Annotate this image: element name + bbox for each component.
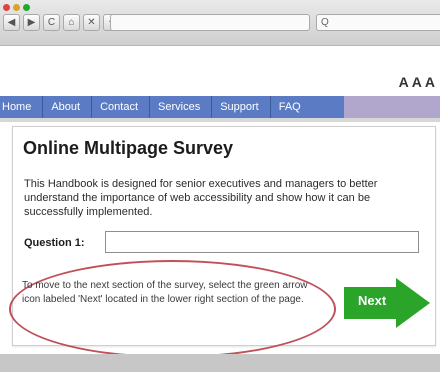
nav-item-home[interactable]: Home	[0, 96, 44, 118]
text-size-large-button[interactable]: A	[425, 74, 437, 90]
address-bar[interactable]	[110, 14, 310, 31]
nav-item-support[interactable]: Support	[212, 96, 271, 118]
text-size-controls: AAA	[398, 74, 437, 90]
nav-item-faq[interactable]: FAQ	[271, 96, 312, 118]
close-icon[interactable]: ✕	[83, 14, 100, 31]
page-title: Online Multipage Survey	[23, 138, 234, 158]
minimize-window-icon[interactable]	[13, 4, 20, 11]
home-icon[interactable]: ⌂	[63, 14, 80, 31]
navigation-instructions: To move to the next section of the surve…	[22, 280, 308, 305]
nav-item-contact[interactable]: Contact	[92, 96, 151, 118]
question-label: Question 1:	[24, 237, 85, 249]
browser-toolbar: ◀ ▶ C ⌂ ✕ + Q	[0, 0, 440, 46]
search-field[interactable]: Q	[316, 14, 440, 31]
survey-panel: Online Multipage Survey This Handbook is…	[9, 126, 436, 358]
highlight-ellipse	[9, 260, 336, 358]
question-1-input[interactable]	[105, 231, 419, 253]
forward-icon[interactable]: ▶	[23, 14, 40, 31]
zoom-window-icon[interactable]	[23, 4, 30, 11]
arrow-right-icon	[344, 278, 430, 328]
next-button[interactable]: Next	[344, 278, 430, 328]
nav-item-services[interactable]: Services	[150, 96, 213, 118]
text-size-small-button[interactable]: A	[399, 74, 411, 90]
text-size-medium-button[interactable]: A	[412, 74, 424, 90]
search-icon: Q	[321, 17, 329, 28]
nav-divider	[0, 118, 440, 122]
reload-icon[interactable]: C	[43, 14, 60, 31]
survey-description: This Handbook is designed for senior exe…	[24, 178, 378, 218]
nav-item-about[interactable]: About	[43, 96, 93, 118]
close-window-icon[interactable]	[3, 4, 10, 11]
browser-nav-buttons: ◀ ▶ C ⌂ ✕ +	[3, 14, 120, 31]
status-bar	[0, 354, 440, 372]
back-icon[interactable]: ◀	[3, 14, 20, 31]
main-navigation: Home About Contact Services Support FAQ	[0, 96, 440, 118]
nav-accent-bar	[344, 96, 440, 118]
next-button-label: Next	[358, 293, 387, 308]
window-controls	[3, 4, 30, 11]
